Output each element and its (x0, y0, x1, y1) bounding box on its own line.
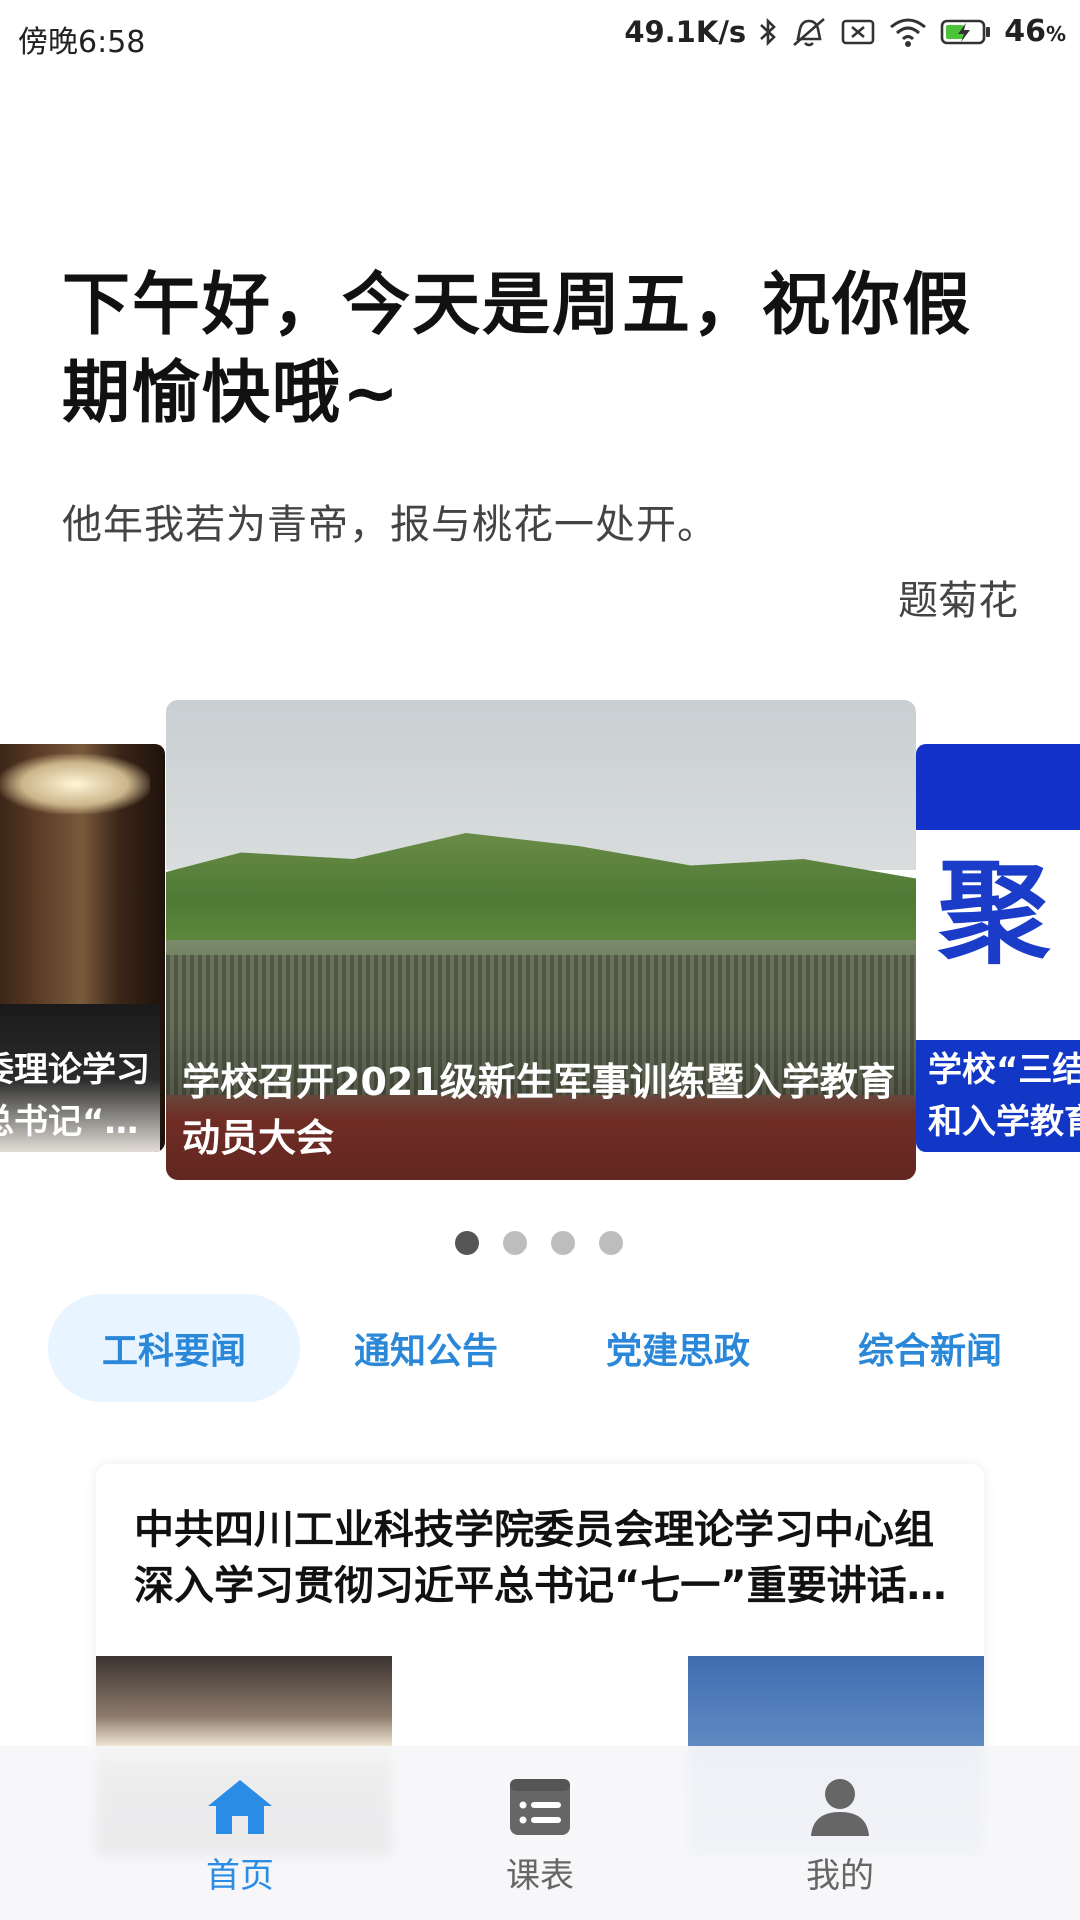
carousel-slide-active[interactable]: 学校召开2021级新生军事训练暨入学教育动员大会 (166, 700, 916, 1180)
status-icons: 49.1K/s 46% (624, 14, 1066, 49)
tab-party-building[interactable]: 党建思政 (552, 1294, 804, 1402)
greeting-message: 下午好，今天是周五，祝你假期愉快哦~ (62, 266, 973, 433)
bottom-navigation: 首页 课表 我的 (0, 1746, 1080, 1920)
news-carousel[interactable]: 委理论学习 总书记“… 学校召开2021级新生军事训练暨入学教育动员大会 聚 学… (0, 700, 1080, 1180)
schedule-icon (507, 1776, 573, 1842)
slide-caption: 学校“三结 和入学教育 (928, 1050, 1080, 1142)
news-title: 中共四川工业科技学院委员会理论学习中心组深入学习贯彻习近平总书记“七一”重要讲话… (134, 1507, 947, 1609)
slide-caption: 学校召开2021级新生军事训练暨入学教育动员大会 (182, 1060, 896, 1160)
tab-engineering-news[interactable]: 工科要闻 (48, 1294, 300, 1402)
mute-icon (790, 15, 828, 49)
nav-home[interactable]: 首页 (140, 1776, 340, 1897)
carousel-dot[interactable] (503, 1231, 527, 1255)
sim-off-icon (840, 17, 876, 47)
battery-charging-icon (940, 17, 992, 47)
network-speed: 49.1K/s (624, 14, 747, 49)
carousel-dot[interactable] (455, 1231, 479, 1255)
battery-unit: % (1045, 22, 1066, 46)
carousel-indicator (455, 1231, 623, 1255)
home-icon (204, 1776, 276, 1842)
carousel-slide-previous[interactable]: 委理论学习 总书记“… (0, 744, 165, 1152)
bluetooth-icon (758, 16, 778, 48)
carousel-slide-next[interactable]: 聚 学校“三结 和入学教育 (916, 744, 1080, 1152)
tab-general-news[interactable]: 综合新闻 (804, 1294, 1056, 1402)
nav-schedule[interactable]: 课表 (440, 1776, 640, 1897)
news-category-tabs: 工科要闻 通知公告 党建思政 综合新闻 (48, 1294, 1032, 1402)
status-time: 傍晚6:58 (18, 25, 146, 60)
tab-notices[interactable]: 通知公告 (300, 1294, 552, 1402)
nav-profile[interactable]: 我的 (740, 1776, 940, 1897)
nav-label: 我的 (806, 1856, 874, 1896)
battery-level: 46 (1004, 14, 1046, 49)
nav-label: 首页 (206, 1856, 274, 1896)
carousel-dot[interactable] (551, 1231, 575, 1255)
poem-title: 题菊花 (898, 578, 1018, 624)
nav-label: 课表 (506, 1856, 574, 1896)
battery-percentage: 46% (1004, 14, 1066, 49)
slide-image-meeting-room (0, 754, 150, 814)
carousel-dot[interactable] (599, 1231, 623, 1255)
wifi-icon (888, 16, 928, 48)
screen: 傍晚6:58 49.1K/s 46% 下午好，今天是周五，祝你假期愉快哦~ 他年… (0, 0, 1080, 1920)
slide-caption: 委理论学习 总书记“… (0, 1050, 150, 1142)
poem-line: 他年我若为青帝，报与桃花一处开。 (62, 502, 718, 548)
slide-banner-top (916, 744, 1080, 830)
status-bar: 傍晚6:58 49.1K/s 46% (0, 0, 1080, 74)
slide-heading: 聚 (938, 849, 1050, 979)
user-icon (807, 1776, 873, 1842)
